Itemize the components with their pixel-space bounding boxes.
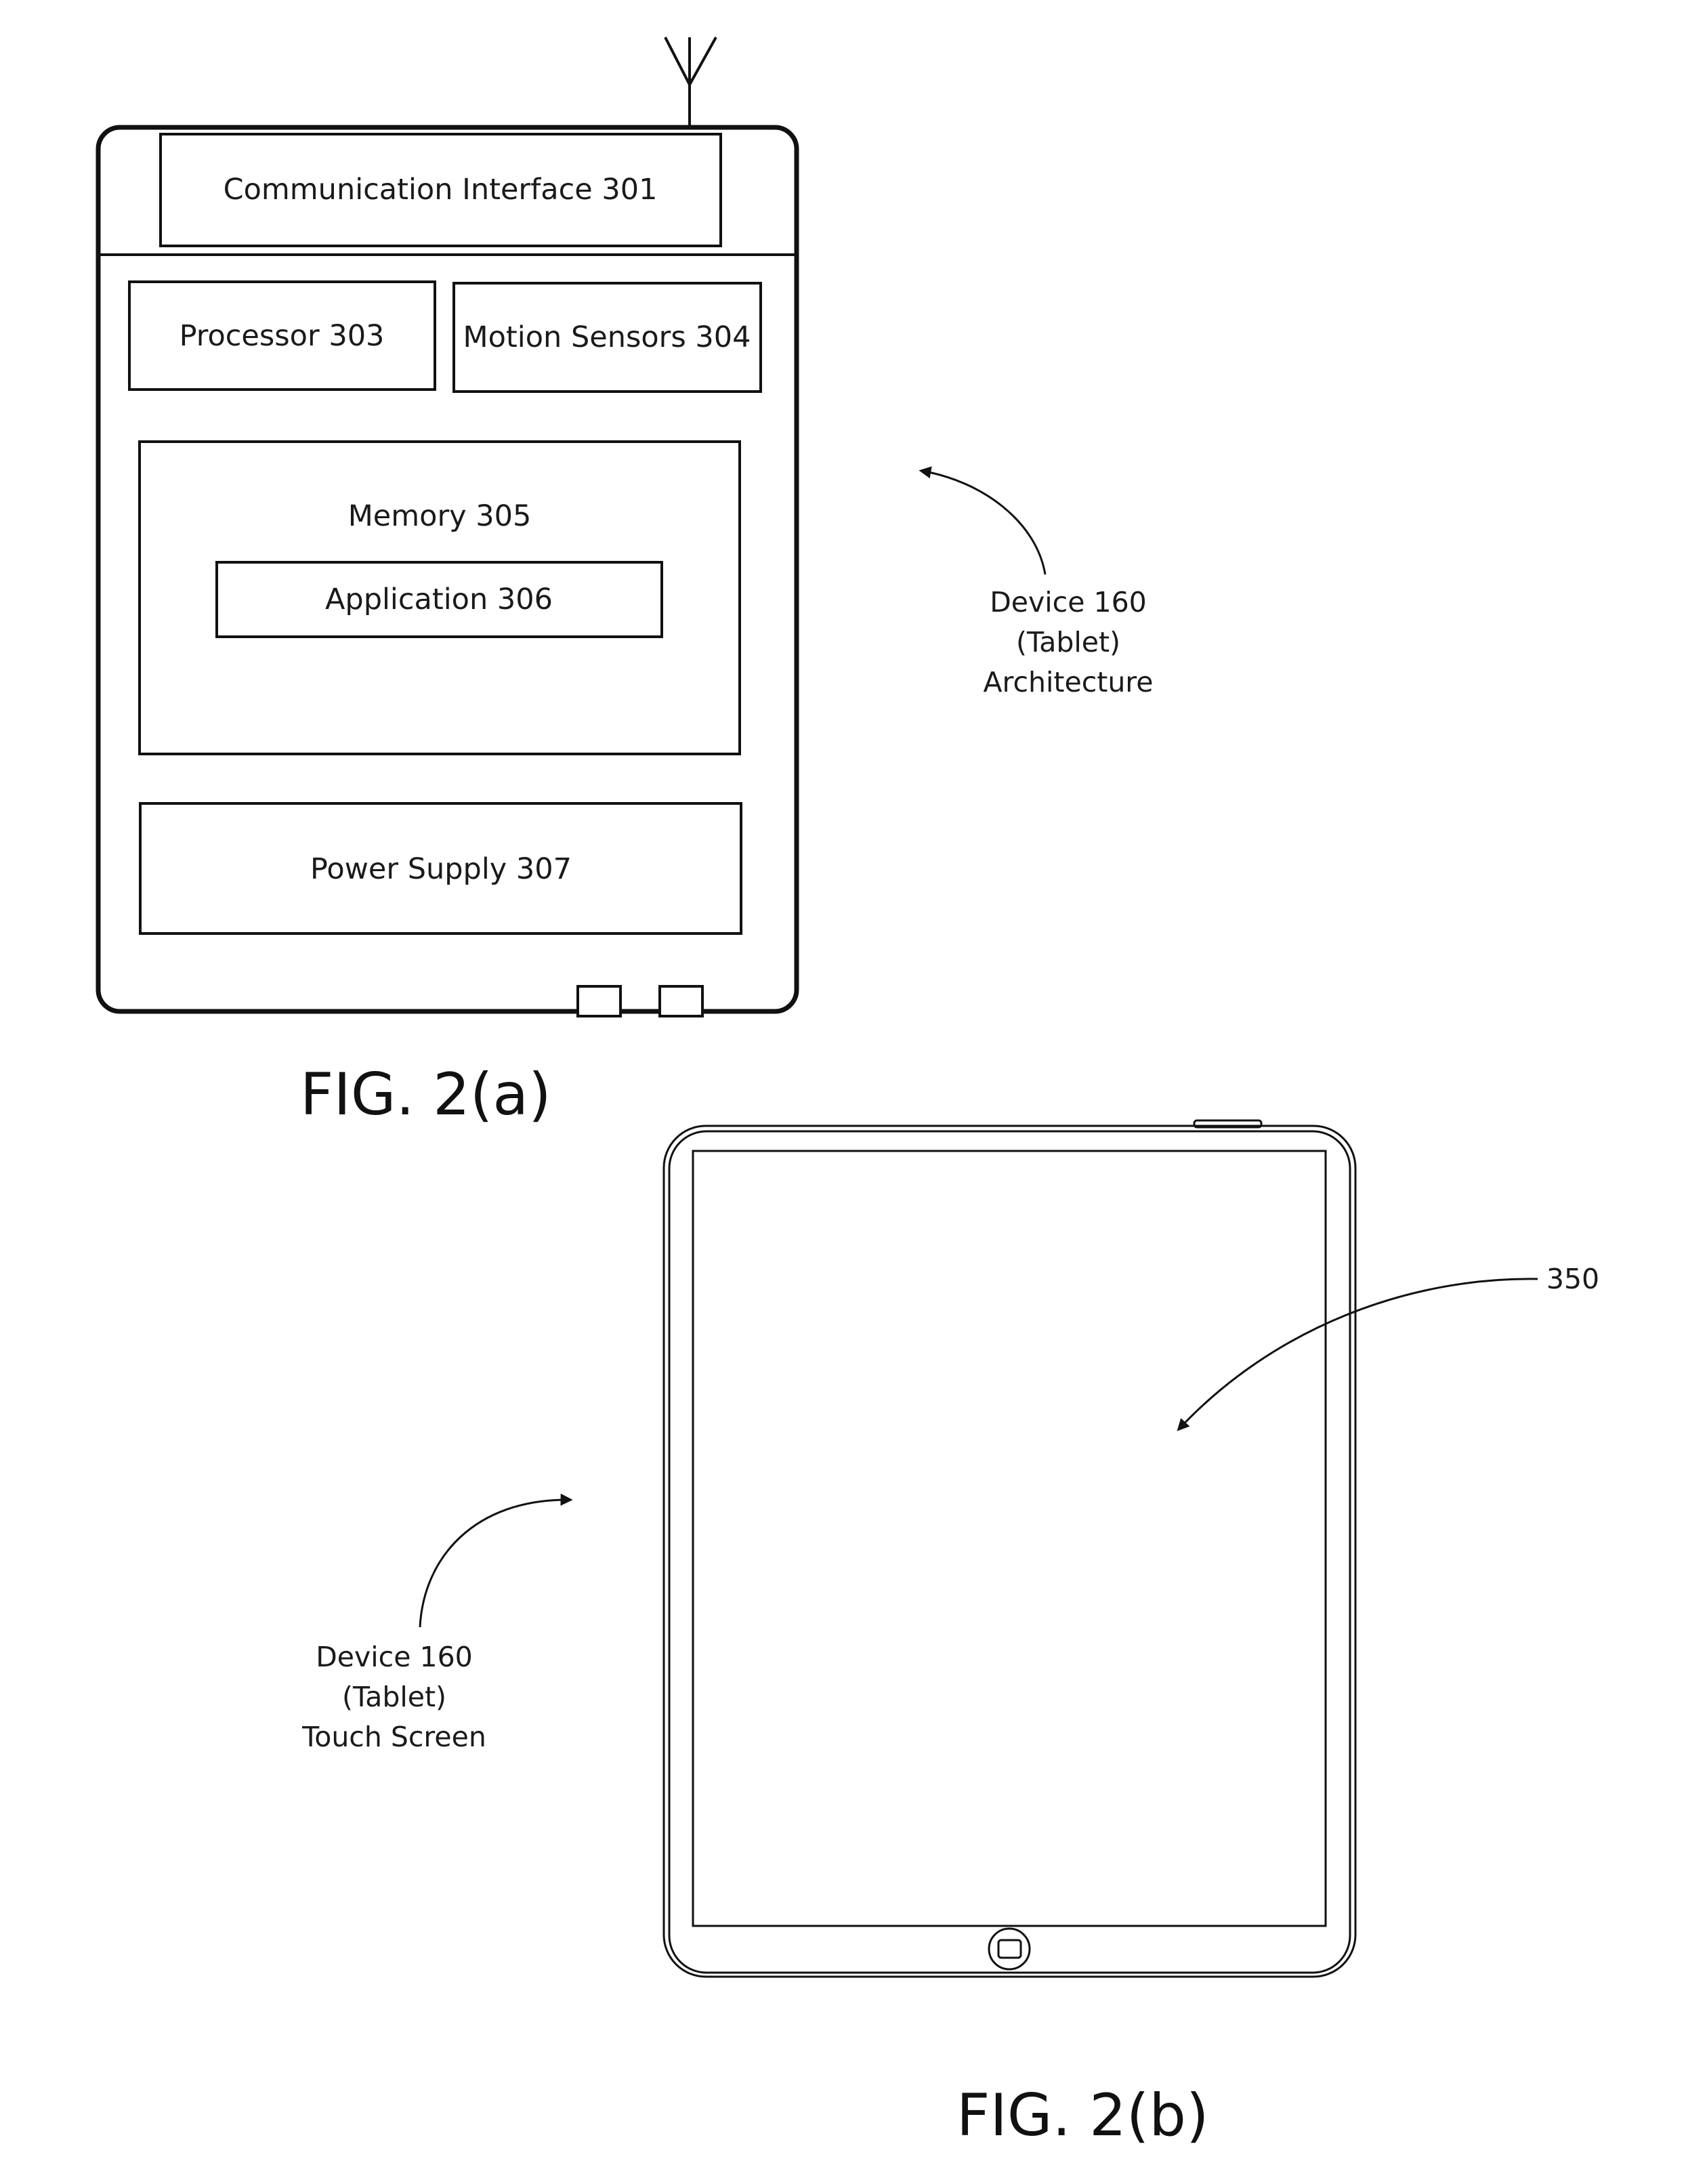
connector-port [658,985,704,1017]
callout-arrow [919,466,1047,575]
power-supply-label: Power Supply 307 [310,852,572,886]
touchscreen-callout: Device 160 (Tablet) Touch Screen [301,1641,486,1753]
power-supply-block: Power Supply 307 [139,802,742,935]
callout-line: Device 160 [316,1641,473,1673]
callout-arrow [419,1493,573,1628]
tablet-inner-edge [668,1130,1351,1974]
tablet-outer-edge [662,1125,1357,1978]
figure-b-caption: FIG. 2(b) [956,2082,1209,2149]
screen-reference-leader [1177,1278,1538,1431]
memory-block: Memory 305 Application 306 [138,440,741,755]
architecture-callout: Device 160 (Tablet) Architecture [983,586,1153,698]
application-block: Application 306 [215,561,663,638]
processor-label: Processor 303 [180,319,385,353]
patent-drawing: Communication Interface 301 Processor 30… [96,37,1599,2149]
screen-reference-number: 350 [1546,1263,1599,1295]
communication-interface-block: Communication Interface 301 [159,133,722,247]
memory-label: Memory 305 [348,499,532,533]
callout-line: Touch Screen [301,1721,486,1753]
callout-line: (Tablet) [342,1681,446,1713]
device-architecture-diagram: Communication Interface 301 Processor 30… [96,37,1154,1129]
touch-screen [692,1150,1327,1927]
callout-line: Architecture [983,666,1153,698]
antenna-icon [664,37,717,129]
tablet-touchscreen-diagram: 350 Device 160 (Tablet) Touch Screen FIG… [301,1119,1599,2149]
figure-a-caption: FIG. 2(a) [300,1061,551,1129]
connector-port [576,985,622,1017]
communication-interface-label: Communication Interface 301 [224,173,658,207]
processor-block: Processor 303 [128,280,436,391]
callout-line: (Tablet) [1016,626,1120,658]
callout-line: Device 160 [990,586,1147,618]
motion-sensors-label: Motion Sensors 304 [463,320,751,354]
home-button [988,1927,1031,1971]
application-label: Application 306 [325,583,553,616]
motion-sensors-block: Motion Sensors 304 [452,282,762,393]
